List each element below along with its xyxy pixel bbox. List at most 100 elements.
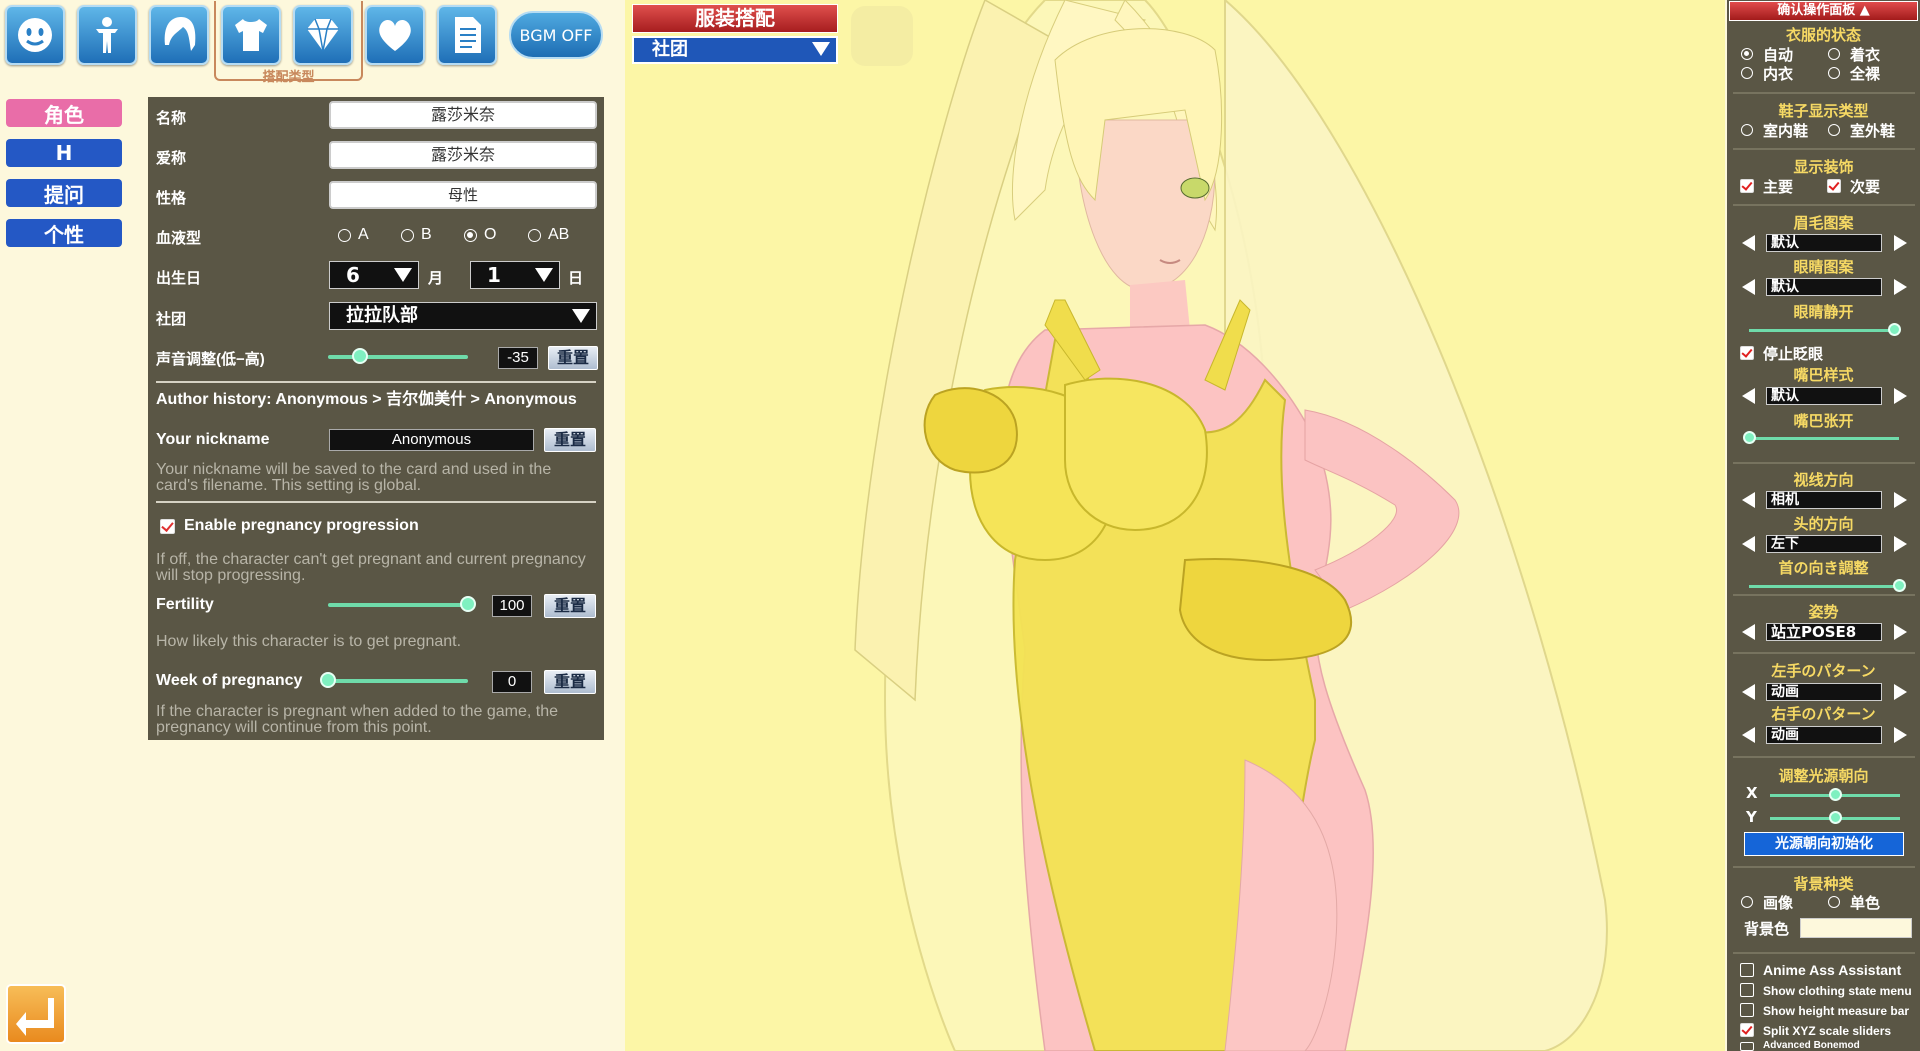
accessory-tab-button[interactable]	[293, 5, 353, 65]
week-slider-track[interactable]	[328, 679, 468, 683]
outfit-select[interactable]: 社团	[632, 36, 838, 64]
character-viewport[interactable]	[625, 0, 1725, 1051]
neck-title: 首の向き調整	[1778, 559, 1869, 577]
clothes-state-underwear: 内衣	[1763, 65, 1794, 83]
eye-next-icon[interactable]	[1894, 279, 1907, 295]
nickname-input[interactable]: 露莎米奈	[329, 141, 597, 169]
head-next-icon[interactable]	[1894, 536, 1907, 552]
neck-slider-knob[interactable]	[1892, 579, 1906, 592]
eye-open-slider-track[interactable]	[1749, 329, 1899, 332]
mouth-prev-icon[interactable]	[1742, 388, 1755, 404]
light-x-slider-knob[interactable]	[1828, 788, 1842, 801]
mouth-title: 嘴巴样式	[1793, 366, 1854, 384]
voice-value[interactable]: -35	[498, 347, 538, 369]
neck-slider-track[interactable]	[1749, 585, 1899, 588]
eyebrow-prev-icon[interactable]	[1742, 235, 1755, 251]
control-panel-header[interactable]: 确认操作面板 ▲	[1729, 1, 1918, 21]
fertility-reset-button[interactable]: 重置	[544, 594, 596, 618]
bgm-toggle-button[interactable]: BGM OFF	[509, 11, 603, 59]
name-input[interactable]: 露莎米奈	[329, 101, 597, 129]
right-hand-prev-icon[interactable]	[1742, 727, 1755, 743]
eye-open-slider-knob[interactable]	[1888, 323, 1901, 336]
body-tab-button[interactable]	[77, 5, 137, 65]
clothes-state-auto-radio[interactable]	[1741, 48, 1753, 60]
blood-radio-ab[interactable]	[528, 229, 541, 242]
right-hand-next-icon[interactable]	[1894, 727, 1907, 743]
fertility-label: Fertility	[156, 596, 214, 613]
blood-radio-a[interactable]	[338, 229, 351, 242]
hair-tab-button[interactable]	[149, 5, 209, 65]
eyebrow-next-icon[interactable]	[1894, 235, 1907, 251]
club-select[interactable]: 拉拉队部	[329, 302, 597, 330]
eye-value[interactable]: 默认	[1766, 278, 1882, 296]
blood-radio-b[interactable]	[401, 229, 414, 242]
gaze-value[interactable]: 相机	[1766, 491, 1882, 509]
birth-day-value: 1	[487, 263, 501, 287]
gaze-next-icon[interactable]	[1894, 492, 1907, 508]
gaze-prev-icon[interactable]	[1742, 492, 1755, 508]
eyebrow-value[interactable]: 默认	[1766, 234, 1882, 252]
pregnancy-checkbox[interactable]	[160, 519, 175, 534]
clothing-state-menu-checkbox[interactable]	[1740, 983, 1754, 997]
clothes-state-clothed-radio[interactable]	[1828, 48, 1840, 60]
bg-image-radio[interactable]	[1741, 896, 1753, 908]
pose-next-icon[interactable]	[1894, 624, 1907, 640]
shoe-indoor-radio[interactable]	[1741, 124, 1753, 136]
nav-traits[interactable]: 个性	[6, 219, 122, 247]
pose-prev-icon[interactable]	[1742, 624, 1755, 640]
birth-month-select[interactable]: 6	[329, 261, 419, 289]
outfit-preview-icon[interactable]	[851, 6, 913, 66]
stop-blink-label: 停止眨眼	[1763, 345, 1824, 363]
clothes-state-underwear-radio[interactable]	[1741, 67, 1753, 79]
bg-solid-radio[interactable]	[1828, 896, 1840, 908]
left-hand-next-icon[interactable]	[1894, 684, 1907, 700]
split-xyz-checkbox[interactable]	[1740, 1023, 1754, 1037]
left-hand-prev-icon[interactable]	[1742, 684, 1755, 700]
pose-value[interactable]: 站立POSE8	[1766, 623, 1882, 641]
week-reset-button[interactable]: 重置	[544, 670, 596, 694]
fertility-value[interactable]: 100	[492, 595, 532, 617]
right-hand-value[interactable]: 动画	[1766, 726, 1882, 744]
mouth-value[interactable]: 默认	[1766, 387, 1882, 405]
light-reset-button[interactable]: 光源朝向初始化	[1744, 832, 1904, 856]
shoe-outdoor-radio[interactable]	[1828, 124, 1840, 136]
clothes-state-nude-radio[interactable]	[1828, 67, 1840, 79]
decoration-main-checkbox[interactable]	[1740, 179, 1754, 193]
eye-prev-icon[interactable]	[1742, 279, 1755, 295]
mouth-open-slider-track[interactable]	[1749, 437, 1899, 440]
left-hand-value[interactable]: 动画	[1766, 683, 1882, 701]
head-value[interactable]: 左下	[1766, 535, 1882, 553]
anime-ass-assistant-checkbox[interactable]	[1740, 963, 1754, 977]
bg-color-swatch[interactable]	[1800, 918, 1912, 938]
light-y-slider-knob[interactable]	[1828, 811, 1842, 824]
heart-tab-button[interactable]	[365, 5, 425, 65]
mouth-next-icon[interactable]	[1894, 388, 1907, 404]
personality-input[interactable]: 母性	[329, 181, 597, 209]
your-nickname-reset-button[interactable]: 重置	[544, 428, 596, 452]
head-prev-icon[interactable]	[1742, 536, 1755, 552]
light-title: 调整光源朝向	[1778, 767, 1869, 785]
decoration-sub-checkbox[interactable]	[1827, 179, 1841, 193]
voice-slider-track[interactable]	[328, 355, 468, 359]
advanced-bonemod-checkbox[interactable]	[1740, 1042, 1754, 1051]
height-measure-checkbox[interactable]	[1740, 1003, 1754, 1017]
blood-type-label: 血液型	[156, 230, 202, 247]
blood-radio-o[interactable]	[464, 229, 477, 242]
week-slider-knob[interactable]	[320, 672, 336, 688]
fertility-slider-track[interactable]	[328, 603, 468, 607]
voice-slider-knob[interactable]	[352, 348, 369, 364]
stop-blink-checkbox[interactable]	[1740, 346, 1754, 360]
document-tab-button[interactable]	[437, 5, 497, 65]
back-button[interactable]	[6, 984, 66, 1044]
mouth-open-slider-knob[interactable]	[1742, 431, 1756, 444]
voice-reset-button[interactable]: 重置	[548, 346, 598, 370]
nav-questions[interactable]: 提问	[6, 179, 122, 207]
birth-day-select[interactable]: 1	[470, 261, 560, 289]
nav-h[interactable]: H	[6, 139, 122, 167]
week-value[interactable]: 0	[492, 671, 532, 693]
left-hand-title: 左手のパターン	[1771, 662, 1876, 680]
nav-character[interactable]: 角色	[6, 99, 122, 127]
fertility-slider-knob[interactable]	[460, 596, 476, 612]
face-tab-button[interactable]	[5, 5, 65, 65]
your-nickname-input[interactable]: Anonymous	[329, 429, 534, 451]
